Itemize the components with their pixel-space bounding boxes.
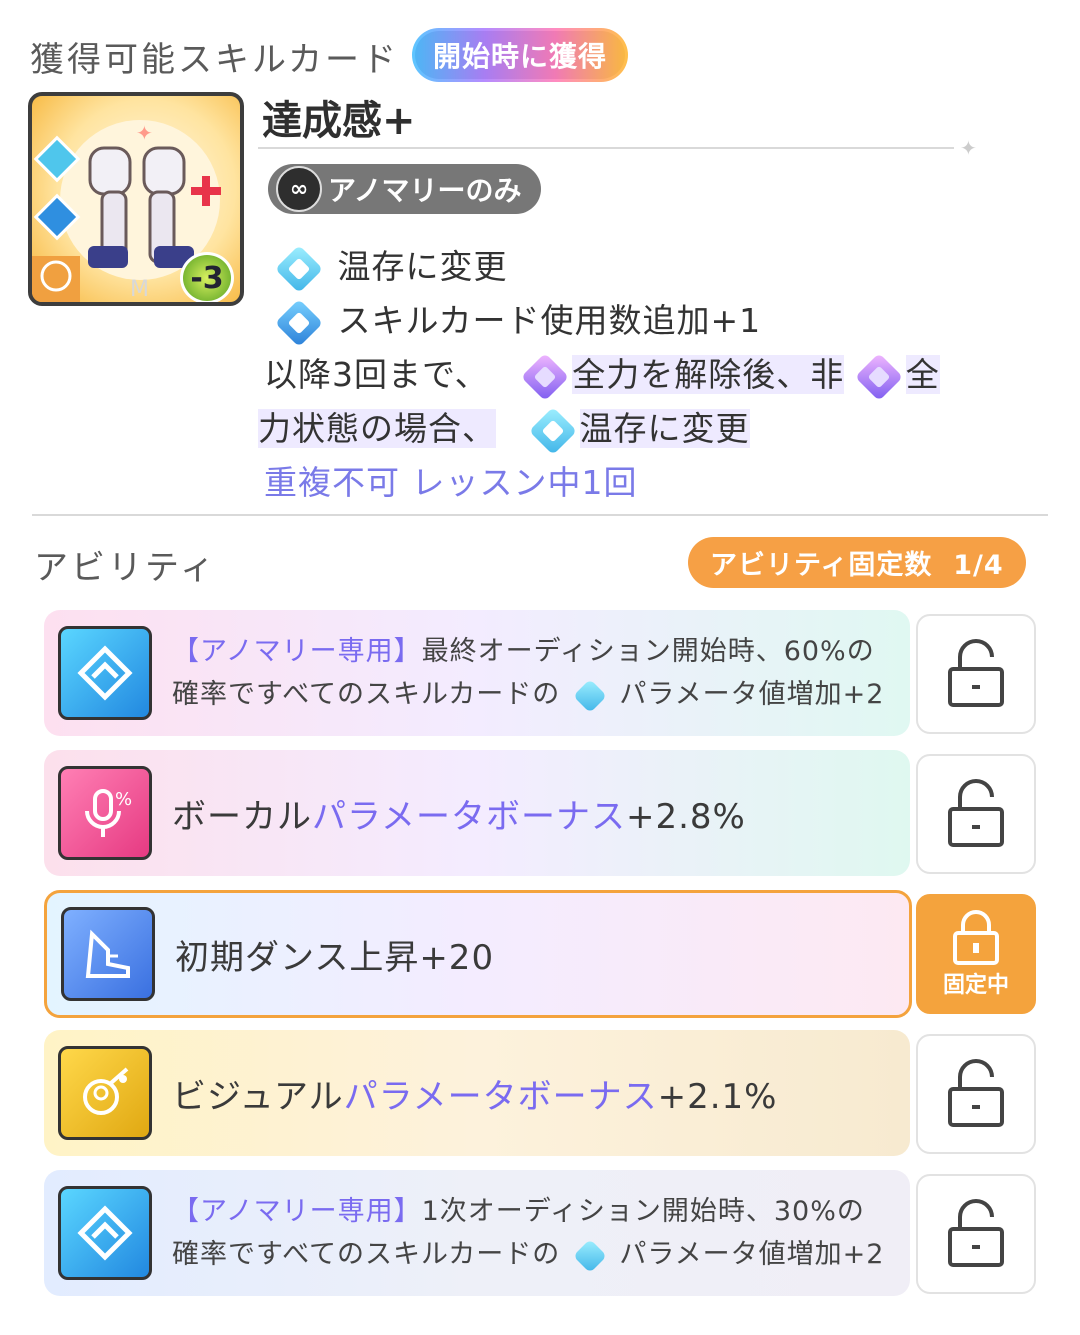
condition-retain: 温存に変更	[579, 409, 750, 448]
locked-label: 固定中	[942, 973, 1009, 998]
condition-text-1: 以降3回まで、	[264, 355, 489, 394]
ability-line2b-5: パラメータ値増加+2	[619, 1239, 885, 1270]
ability-desc-2: ボーカルパラメータボーナス+2.8%	[172, 789, 746, 838]
vocal-mic-icon: %	[58, 766, 152, 860]
anomaly-icon: ∞	[276, 166, 322, 212]
unlock-icon	[948, 1059, 1004, 1127]
skill-card-plus-icon	[274, 298, 324, 347]
effect-line-4: 力状態の場合、 温存に変更	[258, 402, 750, 455]
lock-button-2[interactable]	[916, 754, 1036, 874]
ability-highlight-4: パラメータボーナス	[343, 1076, 658, 1117]
ability-row-3[interactable]: 初期ダンス上昇+20	[44, 890, 912, 1018]
ability-tag-5: 【アノマリー専用】	[172, 1196, 422, 1227]
section-title-abilities: アビリティ	[34, 548, 217, 588]
ability-desc-1: 【アノマリー専用】最終オーディション開始時、60%の 確率ですべてのスキルカード…	[172, 630, 884, 716]
ability-line2a-5: 確率ですべてのスキルカードの	[172, 1239, 561, 1270]
note-no-duplicate: 重複不可	[264, 463, 400, 502]
ability-row-2[interactable]: % ボーカルパラメータボーナス+2.8%	[44, 750, 910, 876]
ability-line2b-1: パラメータ値増加+2	[619, 679, 885, 710]
sparkle-icon: ✦	[960, 136, 977, 160]
timing-badge-label: 開始時に獲得	[415, 31, 626, 79]
skill-boost-icon	[58, 1186, 152, 1280]
param-up-icon	[572, 678, 607, 713]
ability-row-5[interactable]: 【アノマリー専用】1次オーディション開始時、30%の 確率ですべてのスキルカード…	[44, 1170, 910, 1296]
fixed-count-value: 1/4	[953, 550, 1004, 581]
svg-text:M: M	[130, 277, 149, 302]
effect-line-3: 以降3回まで、 全力を解除後、非 全	[264, 348, 940, 401]
unlock-icon	[948, 639, 1004, 707]
section-title-skill-card: 獲得可能スキルカード	[30, 40, 399, 80]
effect-line-2: スキルカード使用数追加+1	[274, 294, 762, 347]
ability-prefix-2: ボーカル	[172, 796, 312, 837]
skill-card-image[interactable]: ✦ M -3	[28, 92, 244, 306]
full-power-icon	[521, 352, 570, 401]
lock-button-4[interactable]	[916, 1034, 1036, 1154]
ability-highlight-2: パラメータボーナス	[312, 796, 626, 837]
title-divider	[258, 147, 954, 149]
lock-icon	[953, 910, 999, 965]
effect-text-2: スキルカード使用数追加+1	[337, 301, 762, 340]
effect-line-1: 温存に変更	[274, 240, 508, 293]
cost-value: -3	[190, 260, 224, 296]
unlock-icon	[948, 1199, 1004, 1267]
note-once-per-lesson: レッスン中1回	[411, 463, 638, 502]
ability-line1-5: 1次オーディション開始時、30%の	[421, 1196, 865, 1227]
svg-text:✦: ✦	[136, 121, 153, 145]
timing-badge: 開始時に獲得	[412, 28, 629, 82]
section-divider	[32, 514, 1048, 516]
ability-prefix-4: ビジュアル	[172, 1076, 344, 1117]
fixed-count-label: アビリティ固定数	[710, 550, 933, 581]
ability-row-1[interactable]: 【アノマリー専用】最終オーディション開始時、60%の 確率ですべてのスキルカード…	[44, 610, 910, 736]
lock-button-1[interactable]	[916, 614, 1036, 734]
full-power-icon-2	[854, 352, 903, 401]
visual-icon	[58, 1046, 152, 1140]
lock-button-5[interactable]	[916, 1174, 1036, 1294]
anomaly-tag-label: アノマリーのみ	[328, 174, 522, 207]
ability-desc-5: 【アノマリー専用】1次オーディション開始時、30%の 確率ですべてのスキルカード…	[172, 1190, 884, 1276]
ability-desc-3: 初期ダンス上昇+20	[175, 937, 495, 978]
condition-full-power-2b: 力状態の場合、	[258, 409, 496, 448]
unlock-icon	[948, 779, 1004, 847]
retain-icon	[274, 244, 324, 293]
dance-shoe-icon	[61, 907, 155, 1001]
lock-button-3-locked[interactable]: 固定中	[916, 894, 1036, 1014]
cost-badge: -3	[180, 252, 234, 302]
ability-tag-1: 【アノマリー専用】	[172, 636, 422, 667]
effect-text-1: 温存に変更	[337, 247, 508, 286]
param-up-icon	[572, 1238, 607, 1273]
skill-boost-icon	[58, 626, 152, 720]
ability-line2a-1: 確率ですべてのスキルカードの	[172, 679, 561, 710]
anomaly-only-tag: ∞ アノマリーのみ	[268, 164, 542, 214]
card-name: 達成感+	[262, 98, 416, 144]
svg-text:%: %	[115, 789, 132, 810]
condition-full-power-2a: 全	[905, 355, 940, 394]
condition-full-power: 全力を解除後、非	[572, 355, 845, 394]
ability-suffix-4: +2.1%	[657, 1076, 778, 1117]
retain-icon-2	[528, 406, 577, 455]
ability-line1-1: 最終オーディション開始時、60%の	[421, 636, 875, 667]
ability-suffix-2: +2.8%	[625, 796, 746, 837]
ability-fixed-count-badge: アビリティ固定数 1/4	[688, 537, 1026, 588]
ability-desc-4: ビジュアルパラメータボーナス+2.1%	[172, 1069, 777, 1118]
card-notes: 重複不可 レッスン中1回	[264, 456, 638, 504]
ability-row-4[interactable]: ビジュアルパラメータボーナス+2.1%	[44, 1030, 910, 1156]
